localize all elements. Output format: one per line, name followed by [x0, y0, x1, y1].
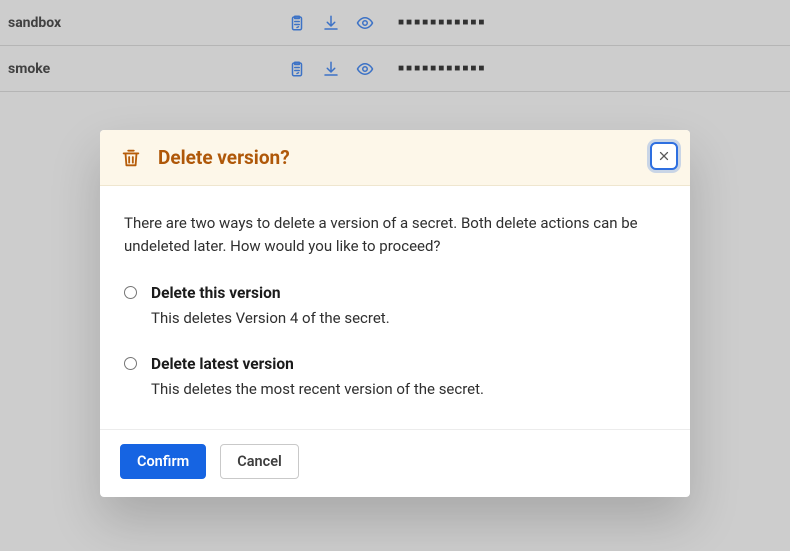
option-title: Delete latest version [151, 352, 484, 376]
option-title: Delete this version [151, 281, 390, 305]
modal-header: Delete version? [100, 130, 690, 186]
close-button[interactable] [650, 142, 678, 170]
delete-version-modal: Delete version? There are two ways to de… [100, 130, 690, 497]
modal-footer: Confirm Cancel [100, 429, 690, 497]
close-icon [658, 150, 670, 162]
option-description: This deletes the most recent version of … [151, 378, 484, 401]
radio-latest-version[interactable] [124, 357, 137, 370]
modal-body: There are two ways to delete a version o… [100, 186, 690, 429]
modal-intro-text: There are two ways to delete a version o… [124, 212, 666, 259]
radio-this-version[interactable] [124, 286, 137, 299]
confirm-button[interactable]: Confirm [120, 444, 206, 479]
delete-option-this-version[interactable]: Delete this version This deletes Version… [124, 281, 666, 330]
modal-overlay[interactable]: Delete version? There are two ways to de… [0, 0, 790, 551]
modal-title: Delete version? [158, 146, 290, 169]
option-text: Delete this version This deletes Version… [151, 281, 390, 330]
delete-option-latest-version[interactable]: Delete latest version This deletes the m… [124, 352, 666, 401]
option-description: This deletes Version 4 of the secret. [151, 307, 390, 330]
option-text: Delete latest version This deletes the m… [151, 352, 484, 401]
cancel-button[interactable]: Cancel [220, 444, 299, 479]
trash-icon [120, 147, 142, 169]
